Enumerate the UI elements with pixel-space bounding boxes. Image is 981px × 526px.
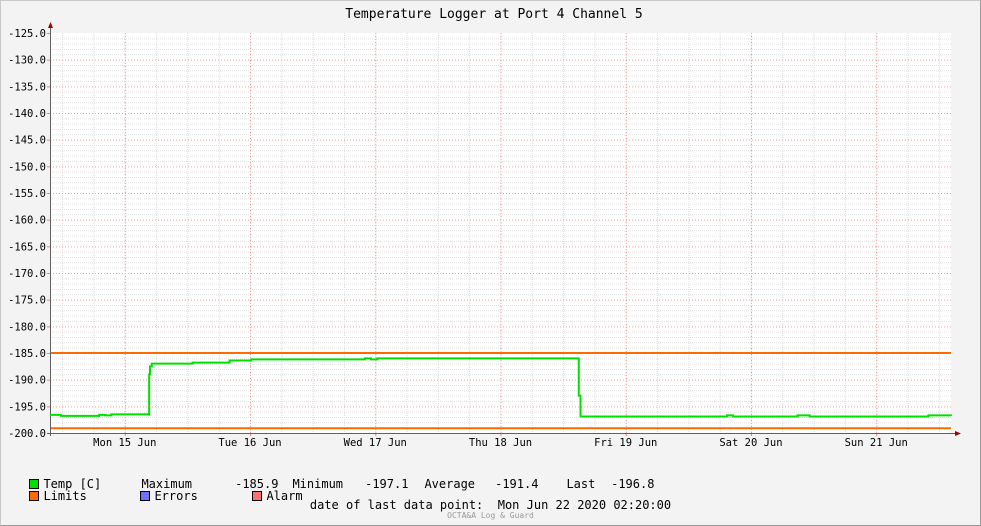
min-value: -197.1 <box>365 477 409 491</box>
y-tick-label: -130.0 <box>8 55 46 67</box>
last-data-point-label: date of last data point: <box>309 498 484 512</box>
y-tick-label: -160.0 <box>8 215 46 227</box>
x-axis-arrow <box>955 431 961 436</box>
chart-svg: Temperature Logger at Port 4 Channel 5 -… <box>8 7 961 449</box>
y-axis-arrow <box>48 22 53 28</box>
y-tick-label: -125.0 <box>8 28 46 40</box>
x-tick-label: Thu 18 Jun <box>469 437 532 449</box>
y-tick-label: -200.0 <box>8 428 46 440</box>
legend-row-status: Limits Errors Alarm <box>15 475 303 503</box>
avg-value: -191.4 <box>495 477 539 491</box>
y-tick-label: -190.0 <box>8 375 46 387</box>
credit-text: OCTA&A Log & Guard <box>447 511 534 520</box>
y-tick-label: -155.0 <box>8 188 46 200</box>
y-tick-label: -150.0 <box>8 161 46 173</box>
y-tick-label: -145.0 <box>8 135 46 147</box>
last-data-point: date of last data point: Mon Jun 22 2020… <box>0 498 981 512</box>
x-tick-label: Wed 17 Jun <box>344 437 407 449</box>
y-tick-label: -135.0 <box>8 81 46 93</box>
last-value: -196.8 <box>611 477 655 491</box>
avg-label: Average <box>424 477 476 491</box>
x-tick-label: Tue 16 Jun <box>218 437 281 449</box>
x-tick-label: Sun 21 Jun <box>845 437 908 449</box>
y-tick-label: -170.0 <box>8 268 46 280</box>
x-tick-label: Fri 19 Jun <box>594 437 657 449</box>
x-axis: Mon 15 Jun Tue 16 Jun Wed 17 Jun Thu 18 Jun… <box>47 431 961 449</box>
last-data-point-value: Mon Jun 22 2020 02:20:00 <box>497 498 672 512</box>
chart-title: Temperature Logger at Port 4 Channel 5 <box>345 7 642 22</box>
last-label: Last <box>566 477 596 491</box>
y-tick-label: -140.0 <box>8 108 46 120</box>
x-tick-label: Mon 15 Jun <box>93 437 156 449</box>
y-tick-label: -175.0 <box>8 295 46 307</box>
y-tick-label: -195.0 <box>8 401 46 413</box>
y-axis: -125.0 -130.0 -135.0 -140.0 -145.0 -150.0 -155… <box>8 22 53 440</box>
y-tick-label: -165.0 <box>8 241 46 253</box>
y-tick-label: -185.0 <box>8 348 46 360</box>
x-tick-label: Sat 20 Jun <box>719 437 782 449</box>
y-tick-label: -180.0 <box>8 321 46 333</box>
